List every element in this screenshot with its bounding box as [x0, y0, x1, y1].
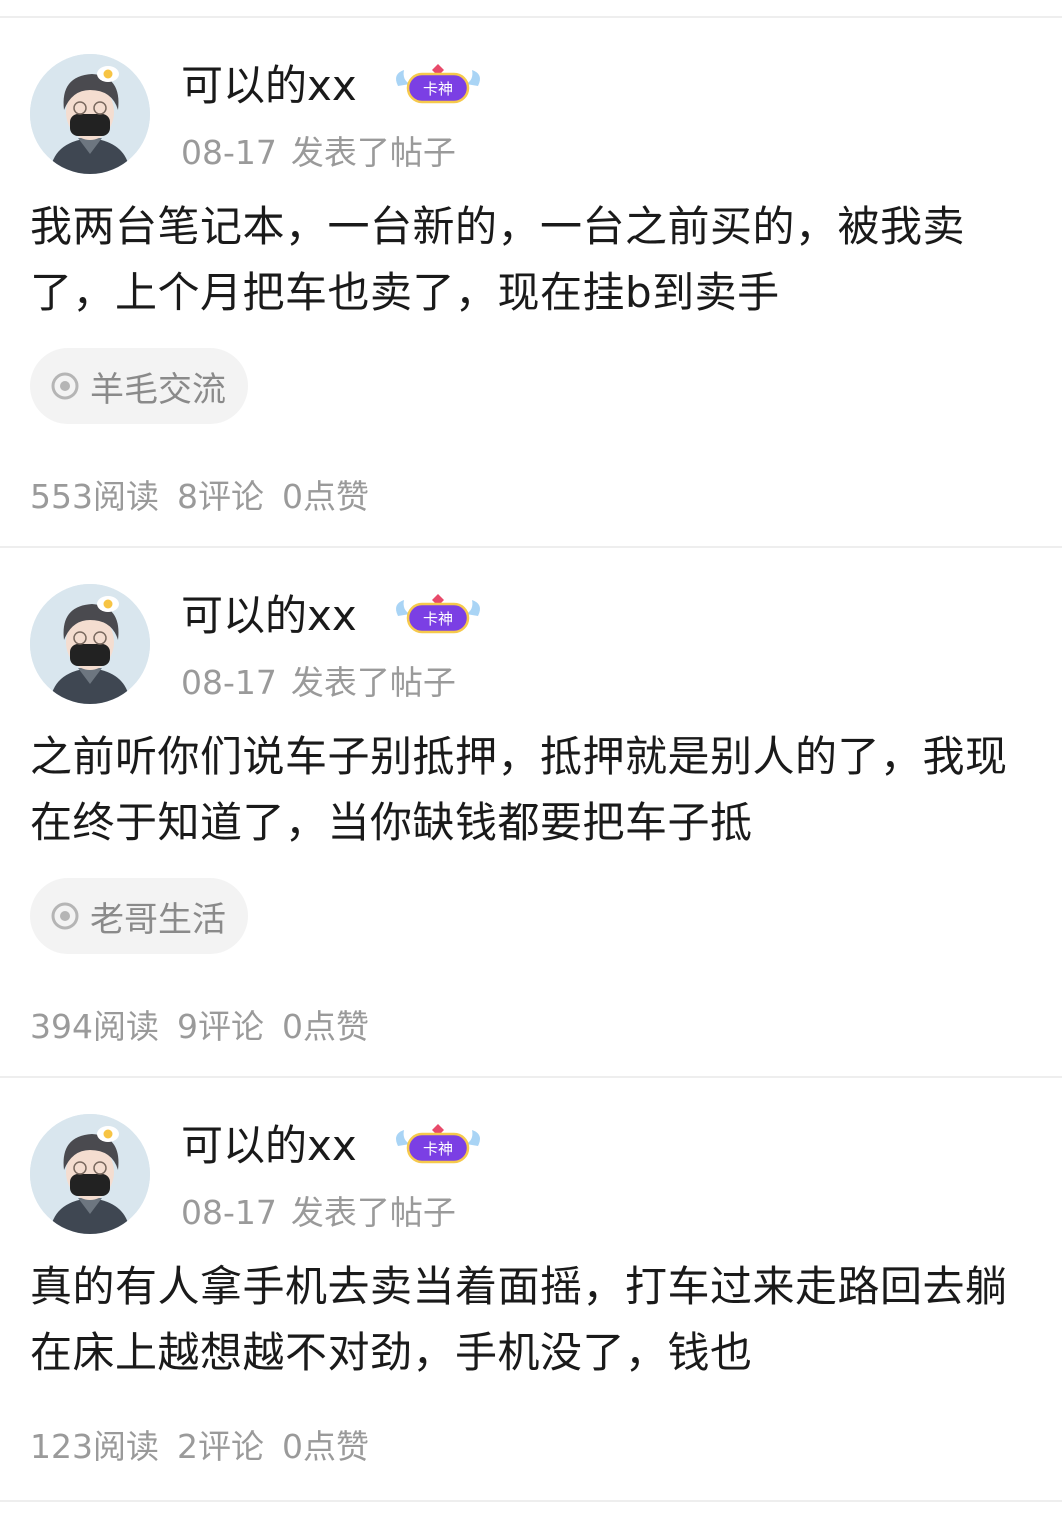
like-count[interactable]: 0点赞	[282, 1007, 369, 1046]
read-count: 123阅读	[30, 1427, 159, 1466]
author-name[interactable]: 可以的xx	[181, 588, 357, 644]
post-stats: 394阅读 9评论 0点赞	[30, 1004, 387, 1050]
post-stats: 553阅读 8评论 0点赞	[30, 474, 387, 520]
topic-tag[interactable]: 老哥生活	[30, 878, 248, 954]
post-action: 发表了帖子	[290, 133, 456, 172]
post-stats: 123阅读 2评论 0点赞	[30, 1424, 387, 1470]
like-count[interactable]: 0点赞	[282, 1427, 369, 1466]
target-icon	[50, 371, 80, 401]
rank-badge: 卡神	[392, 64, 484, 108]
author-name[interactable]: 可以的xx	[181, 58, 357, 114]
read-count: 394阅读	[30, 1007, 159, 1046]
like-count[interactable]: 0点赞	[282, 477, 369, 516]
post-card[interactable]: 可以的xx 卡神 08-17 发表了帖子 之前听你们说车子别抵押，抵押就是别人的了…	[0, 548, 1062, 1078]
badge-label: 卡神	[423, 80, 453, 98]
post-meta: 08-17 发表了帖子	[181, 130, 456, 176]
post-date: 08-17	[181, 133, 277, 172]
tag-label: 羊毛交流	[90, 369, 226, 410]
badge-label: 卡神	[423, 1140, 453, 1158]
comment-count[interactable]: 2评论	[177, 1427, 264, 1466]
post-action: 发表了帖子	[290, 663, 456, 702]
target-icon	[50, 901, 80, 931]
bottom-divider	[0, 1500, 1062, 1502]
post-meta: 08-17 发表了帖子	[181, 1190, 456, 1236]
post-content[interactable]: 之前听你们说车子别抵押，抵押就是别人的了，我现在终于知道了，当你缺钱都要把车子抵	[30, 724, 1040, 856]
read-count: 553阅读	[30, 477, 159, 516]
rank-badge: 卡神	[392, 1124, 484, 1168]
post-date: 08-17	[181, 663, 277, 702]
avatar[interactable]	[30, 54, 150, 174]
post-content[interactable]: 真的有人拿手机去卖当着面摇，打车过来走路回去躺在床上越想越不对劲，手机没了，钱也	[30, 1254, 1040, 1386]
post-action: 发表了帖子	[290, 1193, 456, 1232]
avatar[interactable]	[30, 584, 150, 704]
comment-count[interactable]: 9评论	[177, 1007, 264, 1046]
post-date: 08-17	[181, 1193, 277, 1232]
rank-badge: 卡神	[392, 594, 484, 638]
tag-label: 老哥生活	[90, 899, 226, 940]
post-content[interactable]: 我两台笔记本，一台新的，一台之前买的，被我卖了，上个月把车也卖了，现在挂b到卖手	[30, 194, 1040, 326]
badge-label: 卡神	[423, 610, 453, 628]
topic-tag[interactable]: 羊毛交流	[30, 348, 248, 424]
comment-count[interactable]: 8评论	[177, 477, 264, 516]
author-name[interactable]: 可以的xx	[181, 1118, 357, 1174]
avatar[interactable]	[30, 1114, 150, 1234]
post-card[interactable]: 可以的xx 卡神 08-17 发表了帖子 我两台笔记本，一台新的，一台之前买的，被…	[0, 18, 1062, 548]
post-meta: 08-17 发表了帖子	[181, 660, 456, 706]
post-card[interactable]: 可以的xx 卡神 08-17 发表了帖子 真的有人拿手机去卖当着面摇，打车过来走路…	[0, 1078, 1062, 1498]
